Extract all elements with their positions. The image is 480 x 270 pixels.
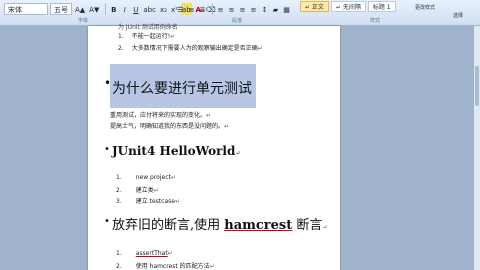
grow-font-icon[interactable]: A▲ (74, 3, 86, 15)
paragraph-mark: ↵ (170, 174, 176, 181)
bullets-icon[interactable]: ☰ (176, 3, 185, 15)
paragraph: 提高士气，明确知道我的东西是没问题的。↵ (110, 121, 229, 130)
paragraph-group-label: 段落 (232, 18, 243, 24)
styles-group-label: 样式 (370, 18, 381, 24)
list-number: 2. (116, 263, 122, 270)
paragraph-mark: ↵ (257, 45, 263, 52)
list-number: 1. (116, 250, 122, 257)
vertical-scrollbar[interactable] (474, 26, 480, 270)
list-text: assertThat (135, 250, 168, 257)
justify-icon[interactable]: ≡ (249, 3, 258, 15)
list-item: 3. 建立 testcase↵ (116, 196, 180, 205)
list-item: 2. 建立类↵ (116, 185, 159, 194)
multilevel-list-icon[interactable]: ≣ (198, 3, 207, 15)
paragraph-group: ☰ ≡ ≣ ≡ ≡ ≡ ≡ ↕ ▰ ▦ (176, 2, 293, 16)
paragraph-mark: ↵ (153, 187, 159, 194)
list-item: 1. 不能一起运行!↵ (118, 31, 175, 40)
scrollbar-thumb[interactable] (475, 66, 479, 106)
change-styles-button[interactable]: 更改样式 (414, 1, 436, 13)
heading-bullet: • (104, 216, 110, 227)
group-labels: 字体 段落 样式 (0, 17, 480, 25)
shading-icon[interactable]: ▰ (271, 3, 280, 15)
list-number: 2. (116, 187, 122, 194)
heading-text: 为什么要进行单元测试 (112, 81, 252, 97)
heading-keyword: hamcrest (224, 218, 293, 233)
cut-off-text: 为 JUnit 测试用例命名 (118, 24, 178, 31)
list-item: 2. 大多数情况下需要人为的观察输出确定是否正确↵ (118, 43, 263, 52)
shrink-font-icon[interactable]: A▼ (88, 3, 100, 15)
heading-junit4-helloworld: JUnit4 HelloWorld↵ (112, 144, 240, 158)
paragraph-text: 重用测试，应付将来的实现的变化。 (110, 112, 207, 119)
font-name-box[interactable]: 宋体 (4, 3, 48, 15)
separator (212, 3, 213, 15)
style-no-spacing[interactable]: ↵ 无间隔 (330, 1, 366, 12)
list-text: 使用 hamcrest 的匹配方法 (135, 263, 210, 270)
align-right-icon[interactable]: ≡ (238, 3, 247, 15)
align-left-icon[interactable]: ≡ (216, 3, 225, 15)
paragraph-mark: ↵ (235, 150, 241, 157)
paragraph: 重用测试，应付将来的实现的变化。↵ (110, 110, 211, 119)
line-spacing-icon[interactable]: ↕ (260, 3, 269, 15)
heading-text: JUnit4 HelloWorld (112, 144, 236, 158)
list-text: 不能一起运行! (131, 33, 171, 40)
subscript-button[interactable]: x₂ (159, 3, 168, 15)
paragraph-mark: ↵ (167, 250, 173, 257)
list-item: 2. 使用 hamcrest 的匹配方法↵ (116, 261, 215, 270)
list-item: 1. assertThat↵ (116, 250, 173, 257)
paragraph-mark: ↵ (209, 263, 215, 270)
list-number: 3. (116, 198, 122, 205)
list-number: 1. (116, 174, 122, 181)
paragraph-mark: ↵ (170, 33, 176, 40)
paragraph-mark: ↵ (224, 123, 230, 130)
heading-bullet: • (104, 144, 110, 155)
numbering-icon[interactable]: ≡ (187, 3, 196, 15)
list-text: 建立类 (135, 187, 154, 194)
list-text: 建立 testcase (135, 198, 175, 205)
list-text: 大多数情况下需要人为的观察输出确定是否正确 (131, 45, 258, 52)
heading-why-unit-test[interactable]: 为什么要进行单元测试 (110, 64, 256, 108)
borders-icon[interactable]: ▦ (282, 3, 291, 15)
paragraph-mark: ↵ (322, 224, 328, 231)
bold-button[interactable]: B (109, 3, 118, 15)
list-text: new project (135, 174, 171, 181)
italic-button[interactable]: I (120, 3, 129, 15)
style-normal[interactable]: ↵ 正文 (300, 1, 329, 12)
styles-gallery: ↵ 正文 ↵ 无间隔 标题 1 (300, 1, 398, 12)
underline-button[interactable]: U (131, 3, 140, 15)
strikethrough-button[interactable]: abc (142, 3, 157, 15)
heading-text: 放弃旧的断言,使用 (112, 218, 225, 233)
heading-text: 断言 (292, 218, 323, 233)
heading-hamcrest: 放弃旧的断言,使用 hamcrest 断言↵ (112, 214, 327, 233)
style-heading-1[interactable]: 标题 1 (367, 1, 396, 12)
separator (105, 3, 107, 15)
ribbon: 宋体 五号 A▲ A▼ B I U abc x₂ x² ab A ⌫ ☰ ≡ ≣… (0, 0, 480, 26)
font-group-label: 字体 (78, 18, 89, 24)
list-number: 1. (118, 33, 124, 40)
align-center-icon[interactable]: ≡ (227, 3, 236, 15)
paragraph-text: 提高士气，明确知道我的东西是没问题的。 (110, 123, 225, 130)
font-size-box[interactable]: 五号 (50, 3, 72, 15)
paragraph-mark: ↵ (174, 198, 180, 205)
list-number: 2. (118, 45, 124, 52)
paragraph-mark: ↵ (206, 112, 212, 119)
list-item: 1. new project↵ (116, 174, 176, 181)
document-page[interactable]: 为 JUnit 测试用例命名 1. 不能一起运行!↵ 2. 大多数情况下需要人为的观… (88, 24, 340, 270)
